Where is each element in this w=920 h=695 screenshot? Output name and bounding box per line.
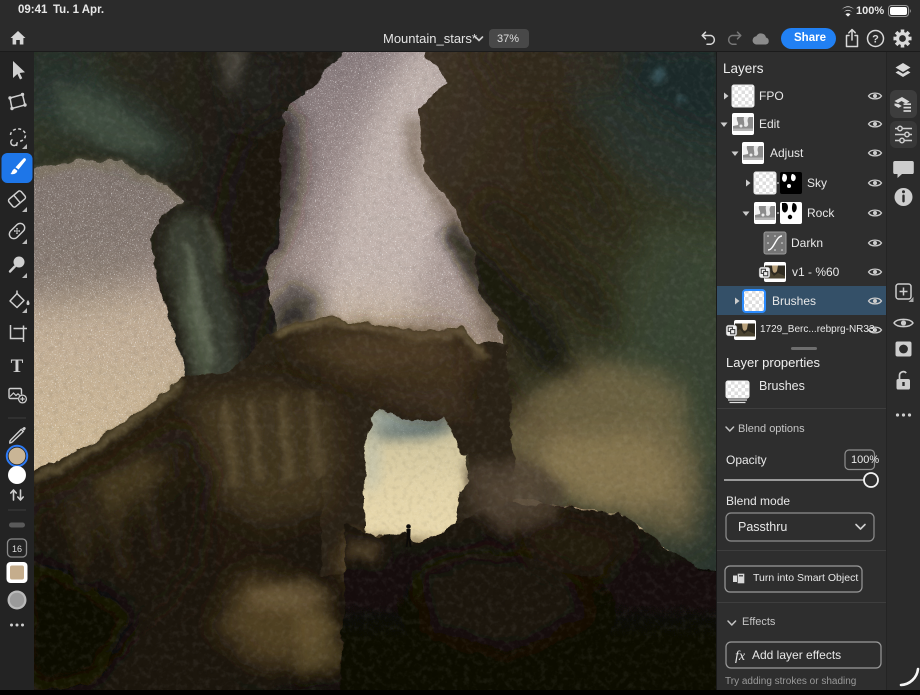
svg-text:?: ?	[872, 33, 879, 45]
svg-text:16: 16	[12, 544, 22, 554]
svg-text:fx: fx	[735, 649, 746, 664]
svg-text:T: T	[11, 356, 24, 377]
